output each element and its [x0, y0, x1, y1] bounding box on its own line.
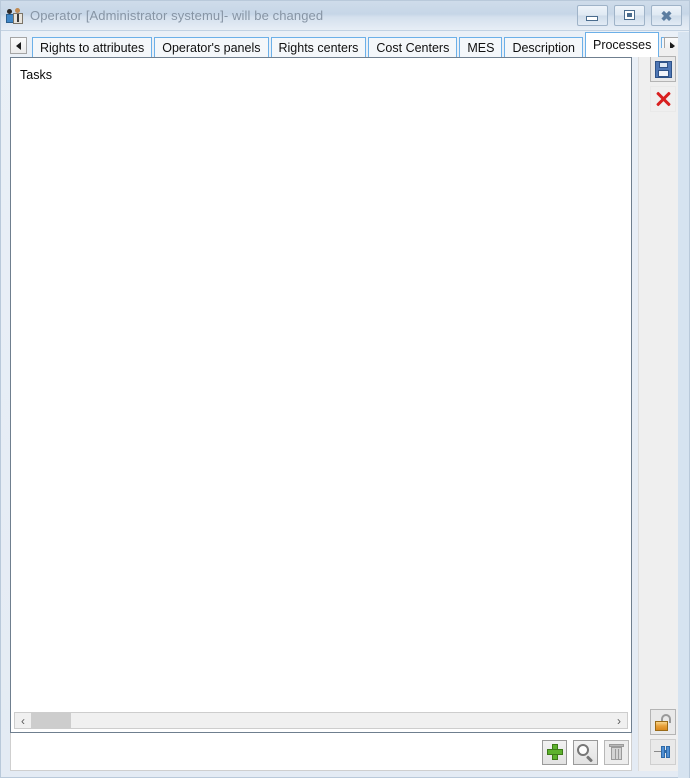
- floppy-disk-icon: [654, 60, 672, 78]
- tab-description[interactable]: Description: [504, 37, 583, 57]
- scrollbar-thumb[interactable]: [31, 713, 71, 728]
- scrollbar-track[interactable]: [31, 713, 611, 728]
- plus-icon: [546, 744, 563, 760]
- people-icon: [6, 7, 24, 24]
- pin-button[interactable]: [650, 739, 676, 765]
- pin-icon: [654, 745, 672, 759]
- right-sidebar: [638, 48, 683, 771]
- tasks-grid[interactable]: Tasks: [14, 61, 628, 705]
- application-window: Operator [Administrator systemu]- will b…: [0, 0, 690, 778]
- tab-list: Rights to attributes Operator's panels R…: [32, 32, 664, 57]
- magnifier-icon: [577, 743, 594, 763]
- trash-icon: [609, 744, 624, 760]
- save-button[interactable]: [650, 56, 676, 82]
- minimize-icon: [586, 16, 598, 21]
- close-icon: ✖: [660, 7, 673, 24]
- maximize-icon: [624, 10, 635, 20]
- tab-mes[interactable]: MES: [459, 37, 503, 57]
- tab-strip: Rights to attributes Operator's panels R…: [1, 31, 689, 57]
- tab-rights-to-attributes[interactable]: Rights to attributes: [32, 37, 153, 57]
- maximize-button[interactable]: [614, 5, 645, 26]
- window-controls: ✖: [577, 5, 682, 26]
- cancel-button[interactable]: [650, 86, 676, 112]
- red-x-icon: [655, 91, 671, 107]
- add-button[interactable]: [542, 739, 567, 765]
- tab-cost-centers[interactable]: Cost Centers: [368, 37, 458, 57]
- tab-operators-panels[interactable]: Operator's panels: [154, 37, 269, 57]
- search-button[interactable]: [573, 739, 598, 765]
- scroll-right-icon[interactable]: ›: [611, 713, 627, 728]
- tab-rights-centers[interactable]: Rights centers: [270, 37, 367, 57]
- minimize-button[interactable]: [577, 5, 608, 26]
- chevron-left-icon: [16, 41, 21, 50]
- open-padlock-icon: [654, 713, 672, 731]
- delete-button[interactable]: [604, 739, 629, 765]
- processes-panel: Tasks ‹ ›: [10, 57, 632, 733]
- title-bar: Operator [Administrator systemu]- will b…: [1, 1, 689, 31]
- tab-processes[interactable]: Processes: [584, 32, 660, 57]
- horizontal-scrollbar[interactable]: ‹ ›: [14, 712, 628, 729]
- tab-scroll-left-button[interactable]: [10, 37, 27, 54]
- window-title: Operator [Administrator systemu]- will b…: [30, 8, 324, 23]
- tasks-column-header: Tasks: [20, 68, 52, 82]
- close-button[interactable]: ✖: [651, 5, 682, 26]
- scroll-left-icon[interactable]: ‹: [15, 713, 31, 728]
- panel-toolbar: [10, 735, 632, 769]
- window-edge-strip: [678, 32, 689, 778]
- unlock-button[interactable]: [650, 709, 676, 735]
